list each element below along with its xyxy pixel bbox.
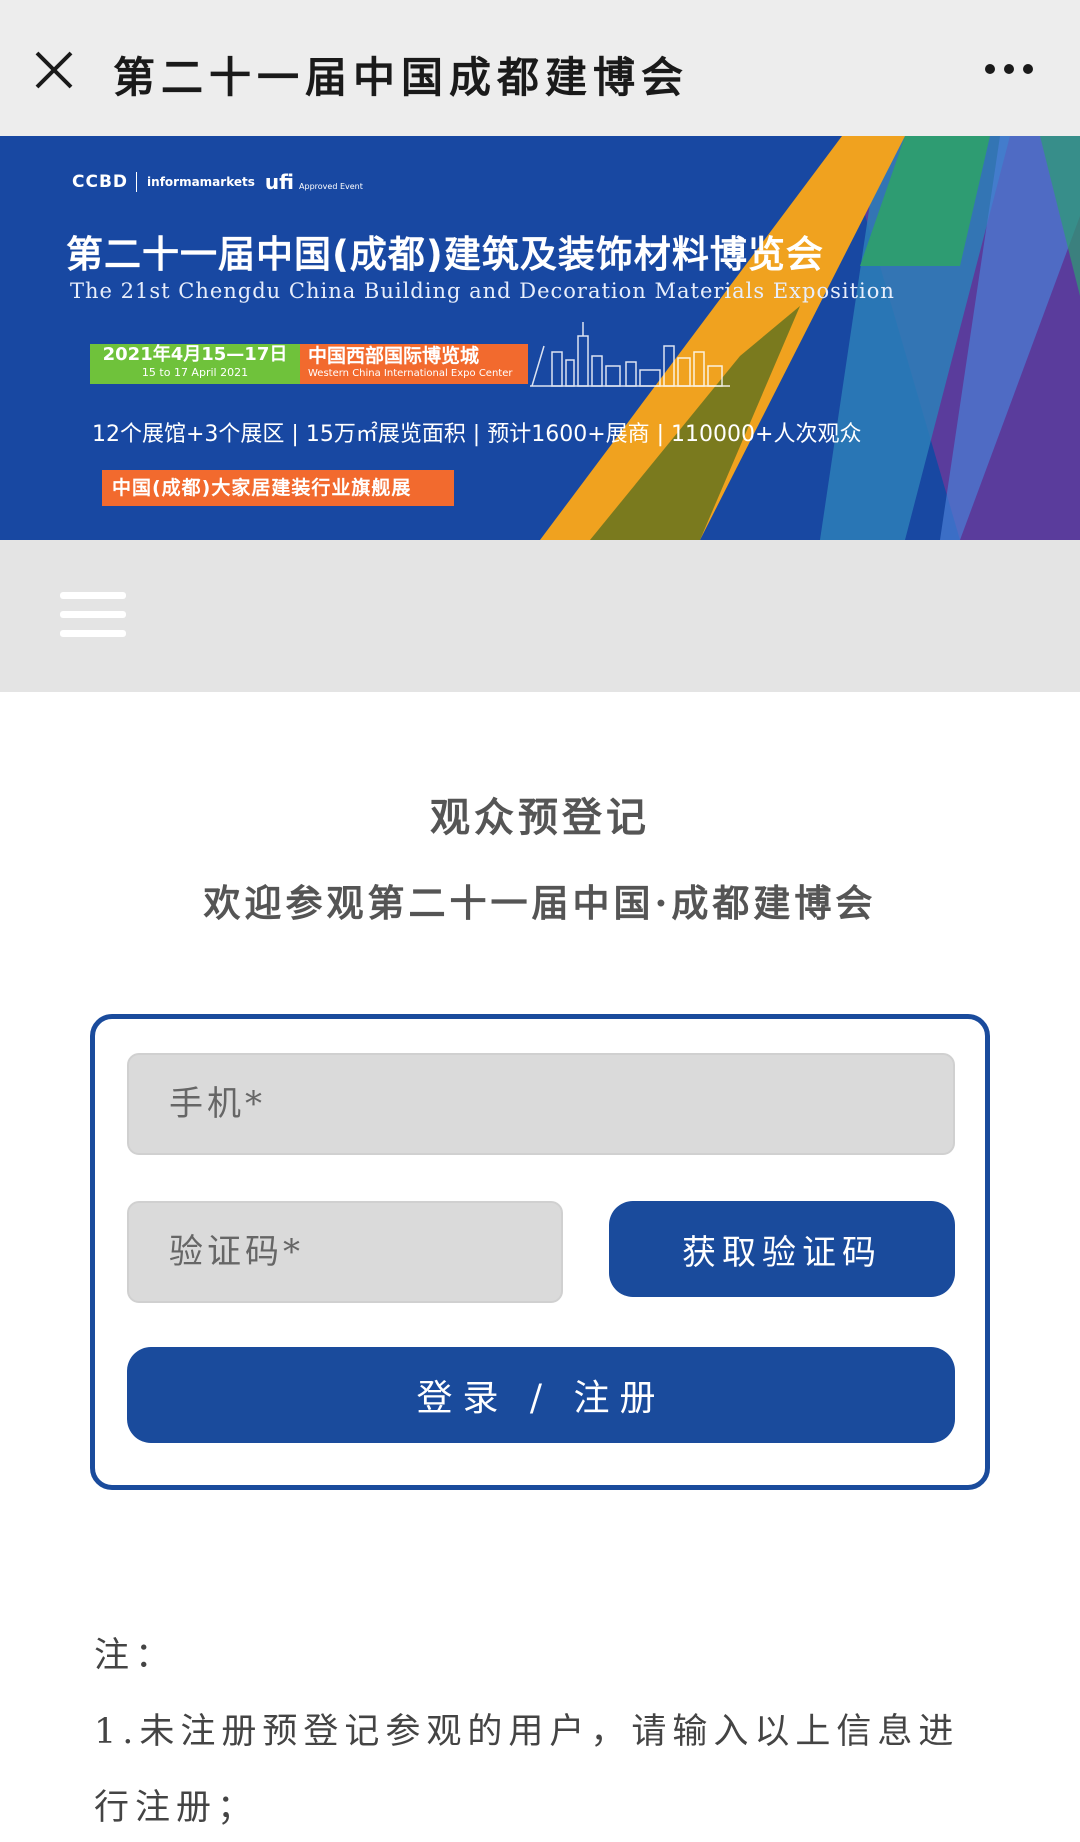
venue-badge: 中国西部国际博览城 Western China International Ex… [300,344,528,384]
page-subtitle: 欢迎参观第二十一届中国·成都建博会 [203,881,877,925]
close-icon[interactable] [34,50,74,90]
notes-section: 注： 1.未注册预登记参观的用户，请输入以上信息进行注册； [94,1618,994,1842]
login-register-button[interactable]: 登录 / 注册 [127,1347,955,1443]
banner-stats: 12个展馆+3个展区 | 15万㎡展览面积 | 预计1600+展商 | 1100… [92,422,862,447]
verification-code-input[interactable] [127,1201,563,1303]
more-icon[interactable] [984,62,1034,76]
ccbd-logo: CCBD [72,172,138,192]
hamburger-menu-icon[interactable] [60,592,126,642]
informa-logo: informamarkets [147,175,255,189]
window-title: 第二十一届中国成都建博会 [113,53,690,102]
top-bar: 第二十一届中国成都建博会 [0,0,1080,136]
note-item: 1.未注册预登记参观的用户，请输入以上信息进行注册； [94,1712,960,1828]
ufi-logo: ufi Approved Event [264,170,363,194]
logo-row: CCBD informamarkets ufi Approved Event [72,170,363,194]
expo-banner: CCBD informamarkets ufi Approved Event 第… [0,136,1080,540]
nav-bar [0,540,1080,692]
login-form: 获取验证码 登录 / 注册 [90,1014,990,1490]
banner-tag: 中国(成都)大家居建装行业旗舰展 [102,470,454,506]
date-badge: 2021年4月15—17日 15 to 17 April 2021 [90,344,300,384]
banner-subtitle: The 21st Chengdu China Building and Deco… [70,279,895,303]
get-code-button[interactable]: 获取验证码 [609,1201,955,1297]
skyline-illustration [530,322,730,387]
banner-title: 第二十一届中国(成都)建筑及装饰材料博览会 [66,233,824,276]
notes-label: 注： [94,1636,177,1676]
phone-input[interactable] [127,1053,955,1155]
page-title: 观众预登记 [430,794,650,841]
